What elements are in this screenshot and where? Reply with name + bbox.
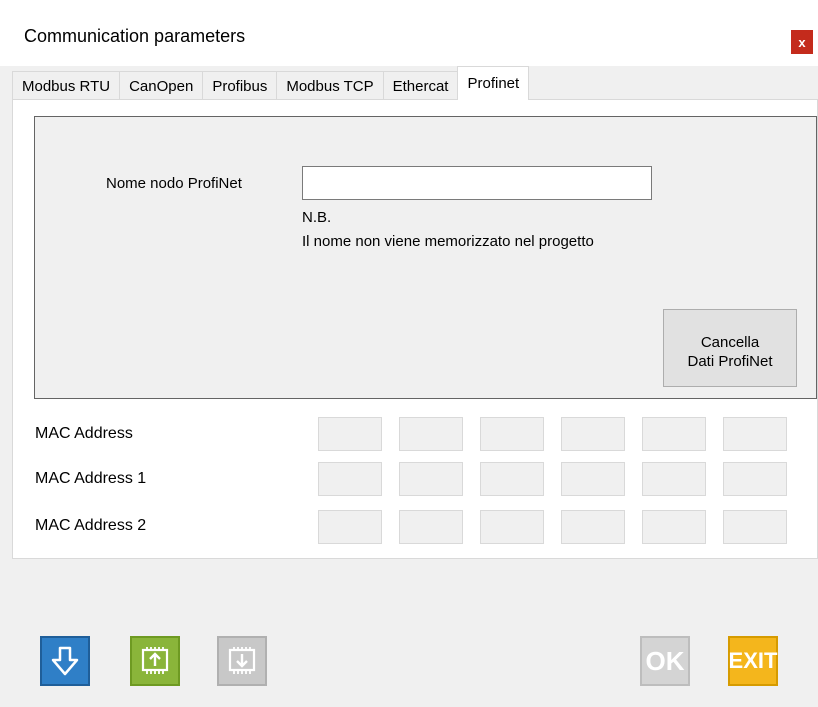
clear-button-line2: Dati ProfiNet	[687, 352, 773, 370]
mac-address-2-label: MAC Address 2	[35, 517, 147, 534]
mac-address-1-octet-5[interactable]	[642, 462, 706, 496]
download-device-icon	[228, 647, 256, 674]
upload-device-icon	[141, 647, 169, 674]
mac-address-octet-3[interactable]	[480, 417, 544, 451]
mac-address-1-octet-4[interactable]	[561, 462, 625, 496]
mac-address-1-octet-2[interactable]	[399, 462, 463, 496]
tab-ethercat[interactable]: Ethercat	[382, 71, 459, 100]
close-icon: x	[798, 34, 806, 50]
download-from-device-button[interactable]	[217, 636, 267, 686]
profinet-tab-page: Nome nodo ProfiNet N.B. Il nome non vien…	[12, 99, 818, 559]
mac-address-octet-6[interactable]	[723, 417, 787, 451]
tab-strip: Modbus RTU CanOpen Profibus Modbus TCP E…	[12, 66, 530, 100]
mac-address-octet-1[interactable]	[318, 417, 382, 451]
mac-address-octet-4[interactable]	[561, 417, 625, 451]
window-title: Communication parameters	[24, 26, 246, 46]
clear-profinet-data-button[interactable]: Cancella Dati ProfiNet	[663, 309, 797, 387]
mac-address-2-octet-6[interactable]	[723, 510, 787, 544]
mac-address-2-octet-1[interactable]	[318, 510, 382, 544]
profinet-node-group: Nome nodo ProfiNet N.B. Il nome non vien…	[34, 116, 817, 399]
note-title: N.B.	[302, 209, 332, 226]
tab-modbus-rtu[interactable]: Modbus RTU	[12, 71, 121, 100]
download-arrow-icon	[51, 646, 79, 676]
mac-address-2-octet-5[interactable]	[642, 510, 706, 544]
tab-modbus-tcp[interactable]: Modbus TCP	[276, 71, 384, 100]
mac-address-2-octet-3[interactable]	[480, 510, 544, 544]
download-button[interactable]	[40, 636, 90, 686]
exit-button[interactable]: EXIT	[728, 636, 778, 686]
mac-address-1-label: MAC Address 1	[35, 470, 147, 487]
note-text: Il nome non viene memorizzato nel proget…	[302, 233, 594, 250]
title-bar: Communication parameters x	[0, 0, 818, 66]
mac-address-octet-2[interactable]	[399, 417, 463, 451]
node-name-label: Nome nodo ProfiNet	[106, 175, 242, 192]
tab-canopen[interactable]: CanOpen	[119, 71, 204, 100]
mac-address-2-octet-2[interactable]	[399, 510, 463, 544]
node-name-input[interactable]	[302, 166, 652, 200]
tab-profinet[interactable]: Profinet	[457, 66, 530, 100]
upload-to-device-button[interactable]	[130, 636, 180, 686]
mac-address-2-octet-4[interactable]	[561, 510, 625, 544]
mac-address-1-octet-3[interactable]	[480, 462, 544, 496]
ok-button[interactable]: OK	[640, 636, 690, 686]
clear-button-line1: Cancella	[700, 333, 760, 351]
mac-address-octet-5[interactable]	[642, 417, 706, 451]
mac-address-label: MAC Address	[35, 425, 133, 442]
mac-address-1-octet-6[interactable]	[723, 462, 787, 496]
communication-parameters-dialog: Communication parameters x Modbus RTU Ca…	[0, 0, 818, 707]
close-button[interactable]: x	[791, 30, 813, 54]
tab-profibus[interactable]: Profibus	[202, 71, 278, 100]
mac-address-1-octet-1[interactable]	[318, 462, 382, 496]
